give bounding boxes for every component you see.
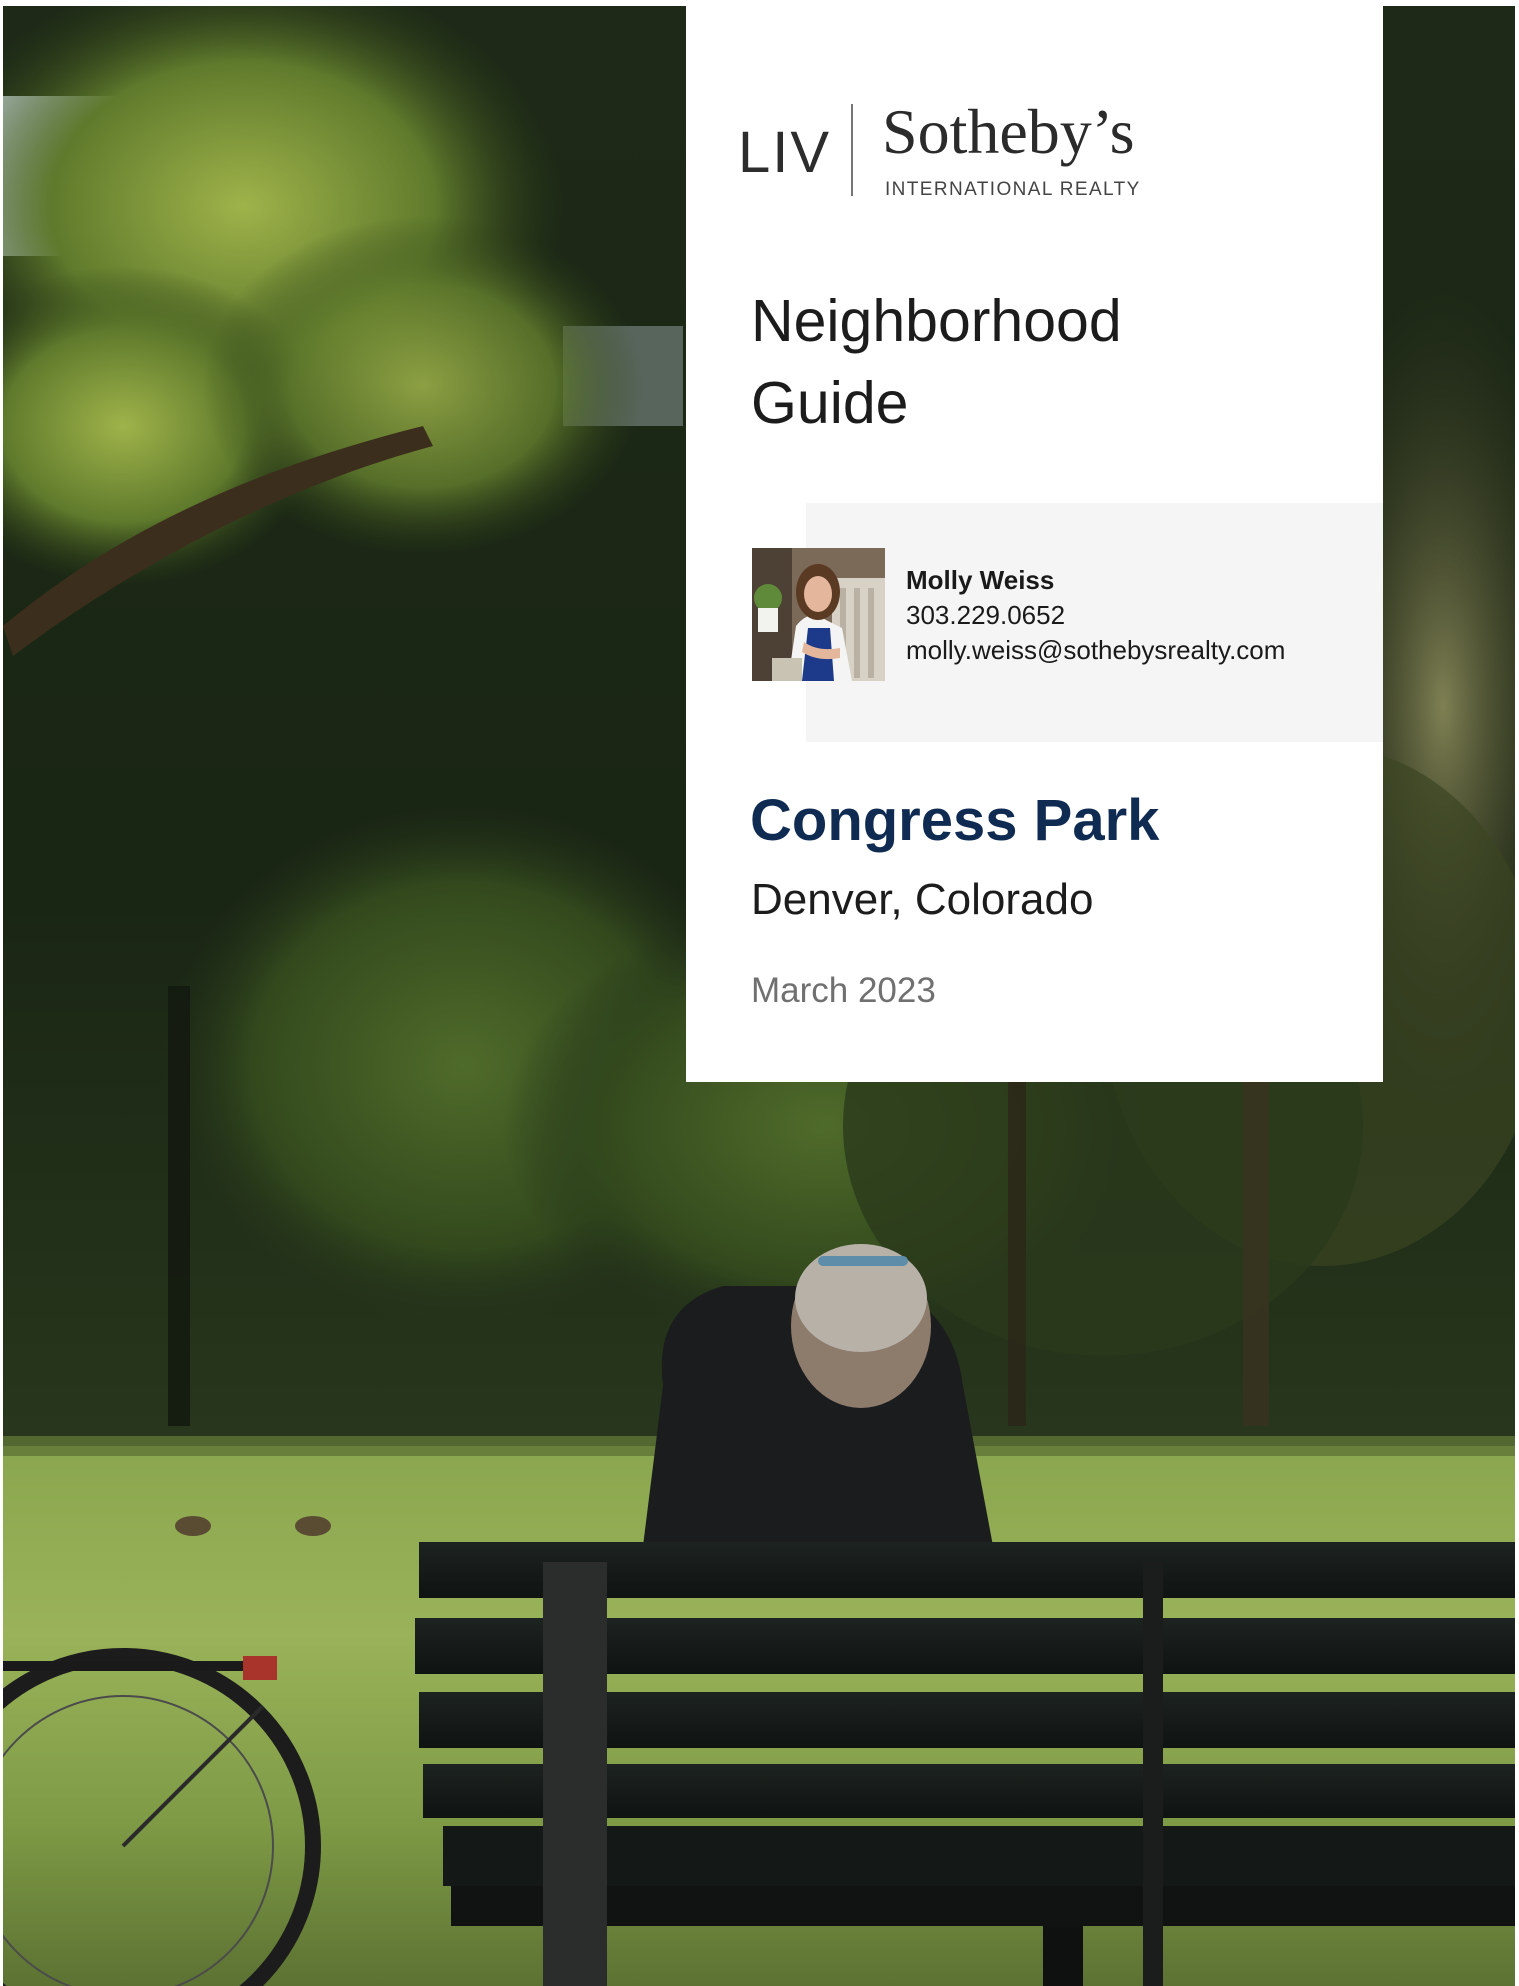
guide-title-line-1: Neighborhood (751, 288, 1122, 354)
brand-name: Sotheby’s (882, 96, 1135, 167)
brand-prefix: LIV (738, 120, 832, 185)
city-state: Denver, Colorado (751, 875, 1094, 924)
brand-tagline: INTERNATIONAL REALTY (885, 179, 1141, 200)
brand-logo: LIV Sotheby’s INTERNATIONAL REALTY (738, 100, 1158, 214)
agent-phone[interactable]: 303.229.0652 (906, 598, 1285, 633)
agent-contact: Molly Weiss 303.229.0652 molly.weiss@sot… (906, 563, 1285, 668)
neighborhood-name: Congress Park (750, 788, 1160, 853)
agent-email[interactable]: molly.weiss@sothebysrealty.com (906, 633, 1285, 668)
agent-avatar (752, 548, 885, 681)
agent-name: Molly Weiss (906, 565, 1055, 595)
cover-panel: LIV Sotheby’s INTERNATIONAL REALTY Neigh… (686, 6, 1383, 1082)
guide-title-line-2: Guide (751, 370, 909, 436)
brand-divider (851, 104, 853, 196)
guide-title: Neighborhood Guide (751, 280, 1311, 444)
guide-date: March 2023 (751, 971, 936, 1010)
